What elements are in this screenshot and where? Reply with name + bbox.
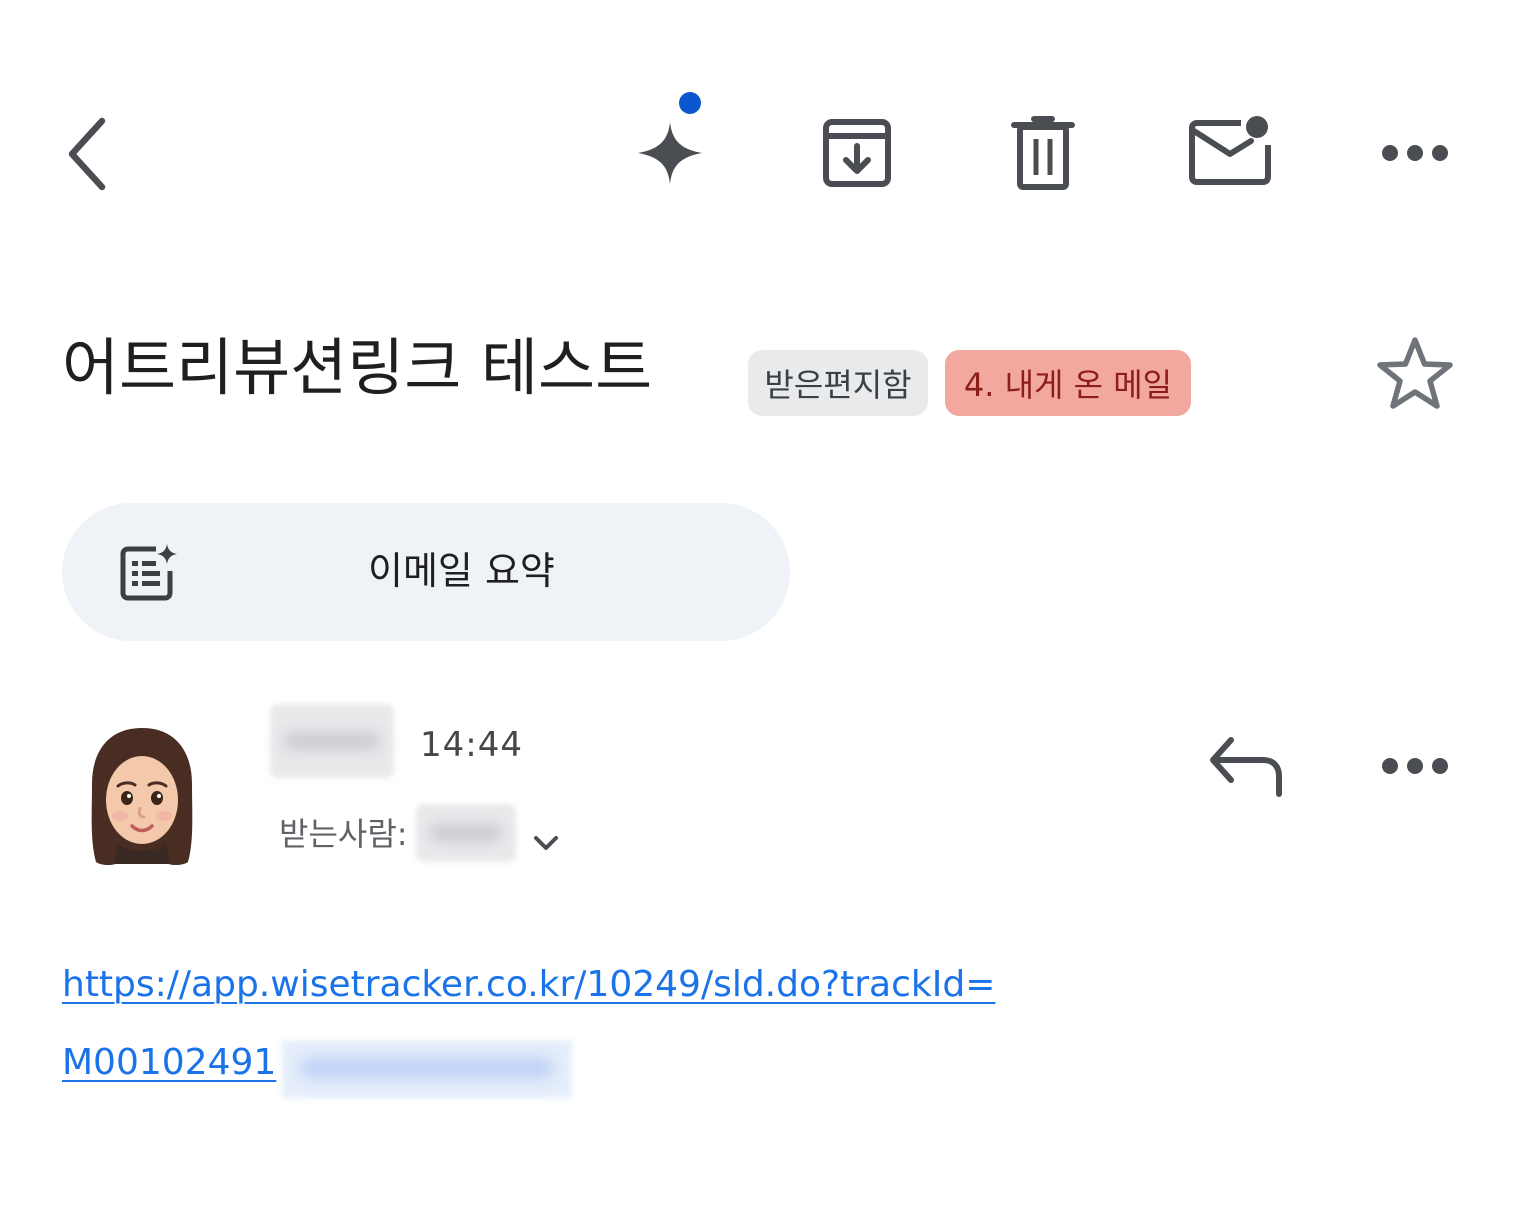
back-icon (68, 117, 106, 191)
mark-unread-button[interactable] (1184, 110, 1276, 192)
gemini-button[interactable] (628, 86, 718, 190)
label-chip-to-me[interactable]: 4. 내게 온 메일 (945, 350, 1191, 416)
sender-name-redacted (270, 704, 394, 778)
message-more-options-button[interactable] (1374, 741, 1456, 791)
mark-unread-icon (1189, 116, 1271, 185)
star-icon (1377, 337, 1453, 409)
email-summary-label: 이메일 요약 (368, 549, 555, 593)
delete-icon (1011, 116, 1075, 190)
message-time: 14:44 (420, 725, 523, 765)
star-button[interactable] (1372, 334, 1458, 414)
body-link-line-2[interactable]: M00102491 (62, 1038, 276, 1088)
recipient-name-redacted (416, 804, 516, 862)
summarize-icon (120, 543, 180, 607)
more-options-button[interactable] (1374, 128, 1456, 178)
reply-button[interactable] (1202, 730, 1288, 802)
gemini-sparkle-icon (638, 92, 702, 184)
chevron-down-icon (534, 836, 558, 850)
link-redacted (282, 1040, 572, 1098)
notification-dot (679, 92, 701, 114)
archive-button[interactable] (816, 112, 898, 194)
message-subject: 어트리뷰션링크 테스트 (62, 331, 653, 404)
more-icon (1382, 758, 1448, 774)
back-button[interactable] (48, 106, 128, 202)
memoji-avatar-icon (91, 728, 193, 865)
label-chip-inbox[interactable]: 받은편지함 (748, 350, 928, 416)
email-summary-button[interactable]: 이메일 요약 (62, 503, 790, 641)
recipient-label: 받는사람: (279, 815, 408, 853)
archive-icon (823, 119, 891, 187)
reply-icon (1210, 737, 1282, 797)
sender-avatar[interactable] (78, 722, 206, 872)
more-icon (1382, 145, 1448, 161)
body-link-line-1[interactable]: https://app.wisetracker.co.kr/10249/sld.… (62, 960, 995, 1010)
recipient-details-toggle[interactable] (526, 826, 566, 860)
delete-button[interactable] (1006, 112, 1080, 194)
